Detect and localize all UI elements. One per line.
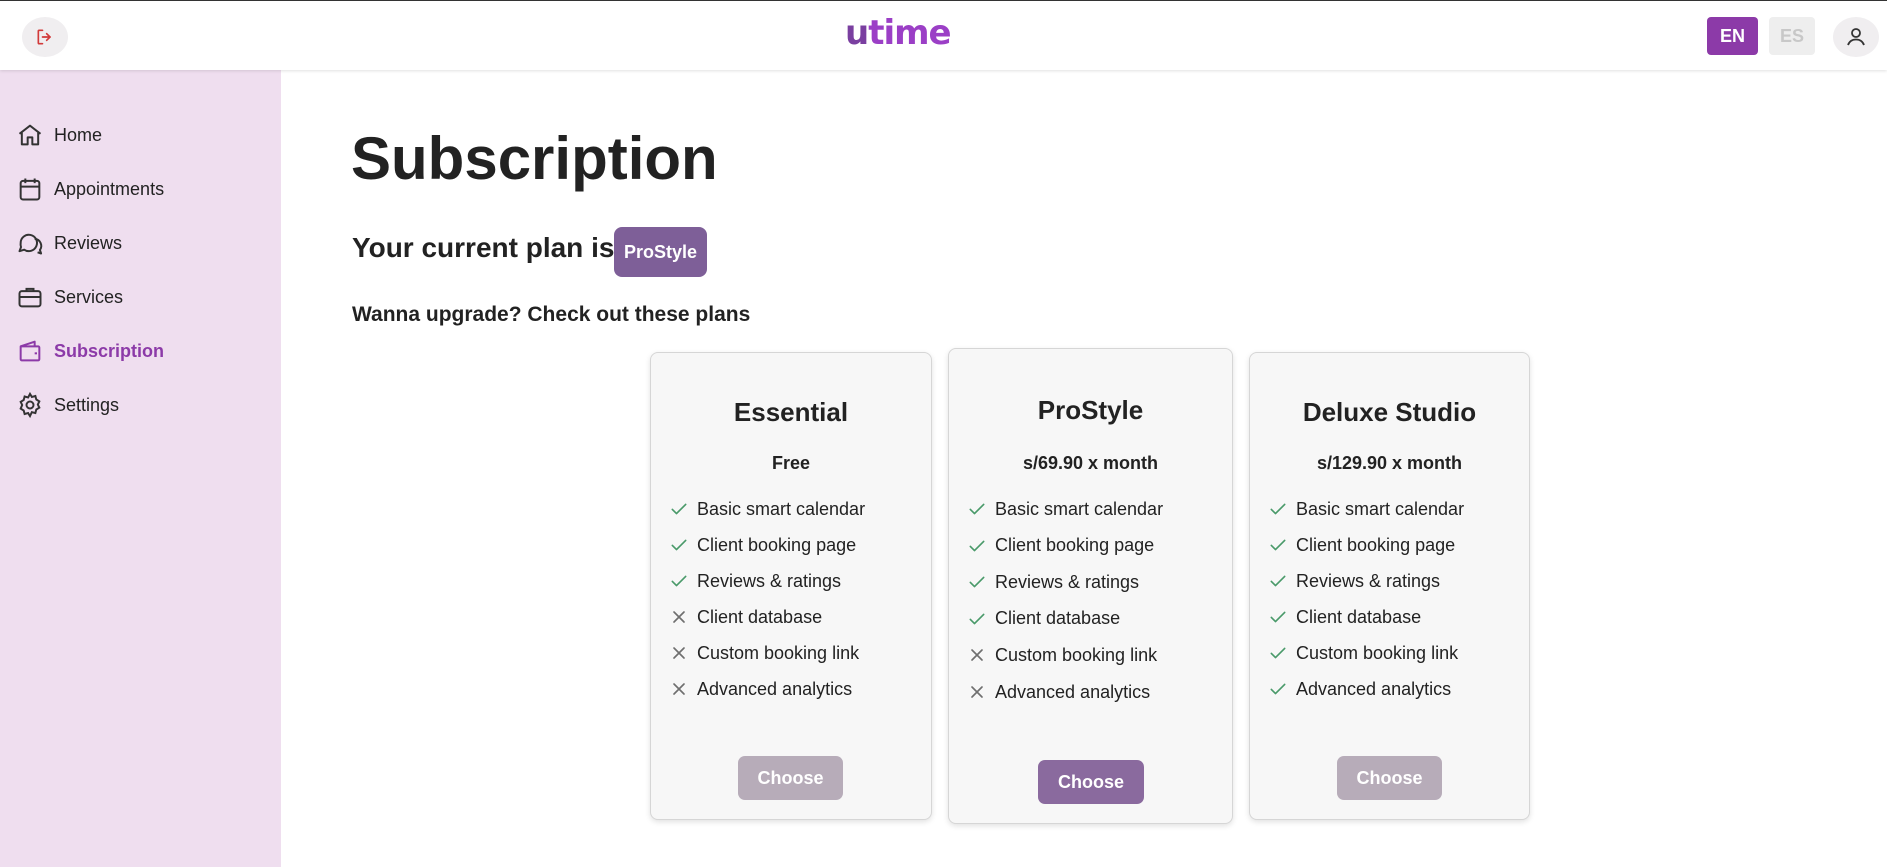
logout-icon [37, 29, 51, 45]
cross-icon [971, 686, 983, 698]
sidebar-item-label: Appointments [54, 178, 165, 199]
check-icon [969, 540, 985, 552]
feature-item: Client booking page [967, 534, 1154, 558]
sidebar-item-label: Subscription [54, 340, 165, 361]
upgrade-prompt: Wanna upgrade? Check out these plans [352, 303, 751, 326]
top-bar: utime EN ES [0, 0, 1887, 70]
cross-icon [673, 611, 685, 623]
plan-name: ProStyle [1037, 395, 1144, 425]
feature-label: Custom booking link [1296, 642, 1459, 663]
feature-item: Client database [1268, 605, 1421, 629]
plan-card-essential: Essential Free Choose Basic smart calend… [650, 352, 932, 820]
choose-button[interactable]: Choose [738, 756, 843, 800]
sidebar-item-reviews[interactable]: Reviews [16, 226, 266, 260]
home-icon [18, 124, 42, 146]
sidebar-item-home[interactable]: Home [16, 118, 266, 152]
feature-item: Custom booking link [1268, 641, 1458, 665]
plan-card-deluxe-studio: Deluxe Studio s/129.90 x month Choose Ba… [1249, 352, 1530, 820]
feature-item: Reviews & ratings [1268, 569, 1440, 593]
feature-item: Advanced analytics [1268, 677, 1451, 701]
check-icon [969, 503, 985, 515]
lang-es-button[interactable]: ES [1769, 17, 1815, 55]
feature-label: Reviews & ratings [995, 571, 1140, 592]
feature-item: Reviews & ratings [967, 570, 1139, 594]
feature-item: Advanced analytics [967, 680, 1150, 704]
choose-button[interactable]: Choose [1337, 756, 1442, 800]
check-icon [671, 575, 687, 587]
feature-item: Custom booking link [967, 643, 1157, 667]
plan-price: s/129.90 x month [1316, 453, 1463, 473]
cross-icon [673, 683, 685, 695]
sidebar-item-services[interactable]: Services [16, 280, 266, 314]
plan-name: Essential [733, 397, 849, 427]
current-plan-label: Your current plan is: [352, 232, 624, 263]
feature-label: Client booking page [1296, 534, 1456, 555]
feature-label: Client booking page [995, 535, 1155, 556]
sidebar-item-appointments[interactable]: Appointments [16, 172, 266, 206]
plan-name: Deluxe Studio [1302, 397, 1477, 427]
sidebar-item-settings[interactable]: Settings [16, 388, 266, 422]
lang-en-button[interactable]: EN [1707, 17, 1758, 55]
briefcase-icon [18, 287, 42, 308]
feature-item: Reviews & ratings [669, 569, 841, 593]
sidebar-item-label: Settings [54, 394, 120, 415]
feature-label: Advanced analytics [697, 678, 853, 699]
logout-button[interactable] [22, 17, 68, 57]
chat-icon [18, 233, 43, 255]
feature-item: Client booking page [1268, 533, 1455, 557]
app-logo[interactable]: utime [845, 13, 952, 53]
feature-label: Basic smart calendar [697, 498, 866, 519]
feature-item: Client booking page [669, 533, 856, 557]
sidebar-item-label: Home [54, 124, 103, 145]
check-icon [969, 576, 985, 588]
feature-item: Basic smart calendar [1268, 497, 1464, 521]
feature-item: Client database [669, 605, 822, 629]
current-plan-badge: ProStyle [614, 227, 707, 277]
page-title: Subscription [351, 125, 718, 192]
wallet-icon [19, 340, 41, 362]
check-icon [671, 539, 687, 551]
check-icon [1270, 539, 1286, 551]
sidebar-item-subscription[interactable]: Subscription [16, 334, 266, 368]
logo-prefix: u [845, 13, 869, 53]
calendar-icon [19, 178, 41, 201]
feature-label: Custom booking link [995, 644, 1158, 665]
sidebar-item-label: Services [54, 286, 124, 307]
feature-item: Basic smart calendar [669, 497, 865, 521]
check-icon [671, 503, 687, 515]
check-icon [1270, 647, 1286, 659]
check-icon [1270, 503, 1286, 515]
check-icon [1270, 683, 1286, 695]
feature-label: Client database [995, 608, 1121, 629]
check-icon [969, 613, 985, 625]
choose-button[interactable]: Choose [1038, 760, 1144, 804]
feature-item: Custom booking link [669, 641, 859, 665]
feature-label: Custom booking link [697, 642, 860, 663]
feature-item: Client database [967, 607, 1120, 631]
feature-label: Client booking page [697, 534, 857, 555]
gear-icon [19, 391, 41, 419]
feature-label: Reviews & ratings [1296, 570, 1441, 591]
cross-icon [971, 649, 983, 662]
feature-item: Basic smart calendar [967, 497, 1163, 521]
feature-label: Client database [1296, 606, 1422, 627]
feature-label: Reviews & ratings [697, 570, 842, 591]
logo-accent: time [868, 13, 951, 53]
feature-label: Basic smart calendar [1296, 498, 1465, 519]
feature-label: Advanced analytics [995, 681, 1151, 702]
user-icon [1847, 28, 1865, 46]
feature-item: Advanced analytics [669, 677, 852, 701]
cross-icon [673, 647, 685, 659]
feature-label: Advanced analytics [1296, 678, 1452, 699]
sidebar-item-label: Reviews [54, 232, 123, 253]
plan-card-prostyle: ProStyle s/69.90 x month Choose Basic sm… [948, 348, 1233, 824]
plan-price: Free [771, 453, 811, 473]
check-icon [1270, 611, 1286, 623]
plan-price: s/69.90 x month [1022, 453, 1159, 473]
feature-label: Client database [697, 606, 823, 627]
sidebar: Home Appointments Reviews Services Subsc… [0, 70, 281, 867]
check-icon [1270, 575, 1286, 587]
feature-label: Basic smart calendar [995, 498, 1164, 519]
profile-button[interactable] [1833, 17, 1879, 57]
